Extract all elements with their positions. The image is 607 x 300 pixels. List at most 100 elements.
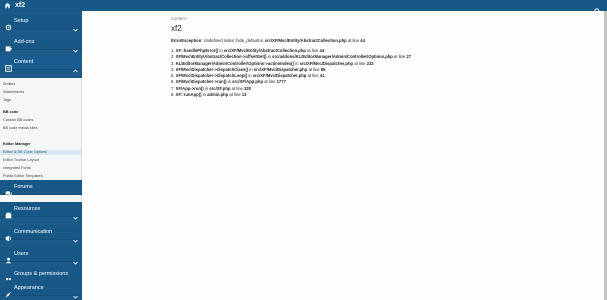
nav-section-label: Forums xyxy=(14,184,33,190)
admin-sidebar: Setup Add-ons Content Smilies Attachment… xyxy=(0,11,82,300)
stack-trace-line: 44 xyxy=(319,48,325,53)
nav-section-forums[interactable]: Forums xyxy=(0,180,82,198)
chevron-down-icon xyxy=(73,185,78,198)
stack-trace-function: XF::runApp() xyxy=(175,92,202,98)
stack-trace-num: 6. xyxy=(171,79,175,85)
submenu-item-tags[interactable]: Tags xyxy=(3,98,11,103)
stack-trace: 1. XF::handlePhpError() in src/XF/Mvc/En… xyxy=(171,48,411,98)
submenu-item-public-editor-templates[interactable]: Public Editor Templates xyxy=(3,174,43,179)
stack-trace-line: 85 xyxy=(320,66,326,72)
nav-section-users[interactable]: Users xyxy=(0,247,82,265)
nav-section-label: Resources xyxy=(14,206,41,212)
stack-trace-function: XF\Mvc\Dispatcher->dispatchLoop() xyxy=(175,73,248,79)
stack-trace-num: 5. xyxy=(171,73,175,79)
nav-section-content[interactable]: Content xyxy=(0,55,82,73)
stack-trace-line: 232 xyxy=(366,60,374,66)
error-file: src/XF/Mvc/Entity/AbstractCollection.php xyxy=(264,38,347,43)
stack-trace-at-line: at line xyxy=(306,73,320,79)
chevron-down-icon xyxy=(73,286,78,299)
main-content: Content › xf2 ErrorException: Undefined … xyxy=(82,11,607,300)
stack-trace-at-line: at line xyxy=(353,60,367,66)
error-type: ErrorException xyxy=(171,38,202,43)
stack-trace-function: XF::handlePhpError() xyxy=(175,48,219,53)
stack-trace-num: 1. xyxy=(171,48,175,53)
stack-trace-line: 41 xyxy=(319,73,325,79)
stack-trace-num: 2. xyxy=(171,54,175,60)
stack-trace-line: 27 xyxy=(406,54,412,60)
submenu-item-integrated-fonts[interactable]: Integrated Fonts xyxy=(3,166,31,171)
stack-trace-at-line: at line xyxy=(392,54,407,60)
stack-trace-function: XF\Mvc\Entity\AbstractCollection->offset… xyxy=(175,54,267,60)
nav-section-label: Communication xyxy=(14,229,53,235)
forums-icon xyxy=(5,184,12,197)
submenu-heading-bb-code: BB code xyxy=(3,110,19,114)
nav-section-label: Groups & permissions xyxy=(14,271,69,277)
communication-icon xyxy=(5,229,12,242)
stack-trace-at-line: at line xyxy=(228,92,242,98)
nav-section-add-ons[interactable]: Add-ons xyxy=(0,35,82,53)
nav-section-label: Users xyxy=(14,251,29,257)
submenu-item-bb-code-media-sites[interactable]: BB code media sites xyxy=(3,126,38,131)
error-line: 44 xyxy=(360,38,365,43)
nav-section-appearance[interactable]: Appearance xyxy=(0,281,82,299)
chevron-down-icon xyxy=(73,207,78,220)
stack-trace-at-line: at line xyxy=(263,79,277,85)
chevron-down-icon xyxy=(73,272,78,285)
stack-trace-file: src/XF/Mvc/Dispatcher.php xyxy=(253,66,308,72)
nav-section-setup[interactable]: Setup xyxy=(0,14,82,32)
nav-section-label: Add-ons xyxy=(14,39,35,45)
top-bar: xf2 xyxy=(0,0,607,15)
stack-trace-function: XF\Mvc\Dispatcher->run() xyxy=(175,79,227,85)
breadcrumb[interactable]: Content › xyxy=(171,16,188,22)
stack-trace-at-line: at line xyxy=(230,85,244,91)
chevron-up-icon xyxy=(73,60,78,73)
submenu-heading-editor-manager: Editor Manager xyxy=(3,142,31,146)
stack-trace-function: KL\EditorManager\Admin\Controller\Option… xyxy=(175,60,294,66)
stack-trace-line: 320 xyxy=(244,85,251,91)
stack-trace-file: src/XF/App.php xyxy=(232,79,264,85)
stack-trace-file: admin.php xyxy=(207,92,229,98)
content-icon xyxy=(5,59,12,72)
stack-trace-at-line: at line xyxy=(305,48,320,53)
search-icon[interactable] xyxy=(594,2,601,15)
stack-trace-num: 4. xyxy=(171,66,175,72)
submenu-item-smilies[interactable]: Smilies xyxy=(3,82,15,87)
nav-section-communication[interactable]: Communication xyxy=(0,225,82,243)
resources-icon xyxy=(5,206,12,219)
puzzle-icon xyxy=(5,39,12,52)
nav-section-resources[interactable]: Resources xyxy=(0,202,82,220)
stack-trace-item: 8. XF::runApp() in admin.php at line 13 xyxy=(171,92,411,98)
stack-trace-file: src/XF/Mvc/Dispatcher.php xyxy=(252,73,307,79)
chevron-down-icon xyxy=(73,252,78,265)
nav-section-label: Content xyxy=(14,59,34,65)
board-title-link[interactable]: xf2 xyxy=(15,1,25,10)
submenu-item-attachments[interactable]: Attachments xyxy=(3,90,24,95)
stack-trace-file: src/XF/Mvc/Dispatcher.php xyxy=(299,60,354,66)
stack-trace-file: src/XF.php xyxy=(209,85,231,91)
stack-trace-num: 7. xyxy=(171,85,175,91)
gear-icon xyxy=(5,18,12,31)
chevron-down-icon xyxy=(73,19,78,32)
submenu-item-editor-toolbar-layout[interactable]: Editor Toolbar Layout xyxy=(3,158,39,163)
stack-trace-line: 13 xyxy=(241,92,247,98)
error-at-line: at line xyxy=(346,38,361,43)
error-text: : Undefined index: hide_default in xyxy=(201,38,265,43)
chevron-down-icon xyxy=(73,230,78,243)
submenu-item-editor-bb-code-options[interactable]: Editor & BB Code Options xyxy=(0,150,81,155)
stack-trace-at-line: at line xyxy=(307,66,321,72)
nav-section-label: Appearance xyxy=(14,285,44,291)
stack-trace-num: 3. xyxy=(171,60,175,66)
users-icon xyxy=(5,251,12,264)
stack-trace-file: src/addons/KL/EditorManager/Admin/Contro… xyxy=(272,54,393,60)
appearance-icon xyxy=(5,285,12,298)
stack-trace-function: XF\App->run() xyxy=(175,85,204,91)
groups-icon xyxy=(5,271,12,284)
home-icon[interactable] xyxy=(4,2,11,9)
stack-trace-file: src/XF/Mvc/Entity/AbstractCollection.php xyxy=(223,48,306,53)
page-title: xf2 xyxy=(171,24,182,33)
nav-section-label: Setup xyxy=(14,18,29,24)
submenu-item-custom-bb-codes[interactable]: Custom BB codes xyxy=(3,118,33,123)
chevron-down-icon xyxy=(73,40,78,53)
stack-trace-line: 1777 xyxy=(276,79,286,85)
nav-section-groups-permissions[interactable]: Groups & permissions xyxy=(0,267,82,285)
